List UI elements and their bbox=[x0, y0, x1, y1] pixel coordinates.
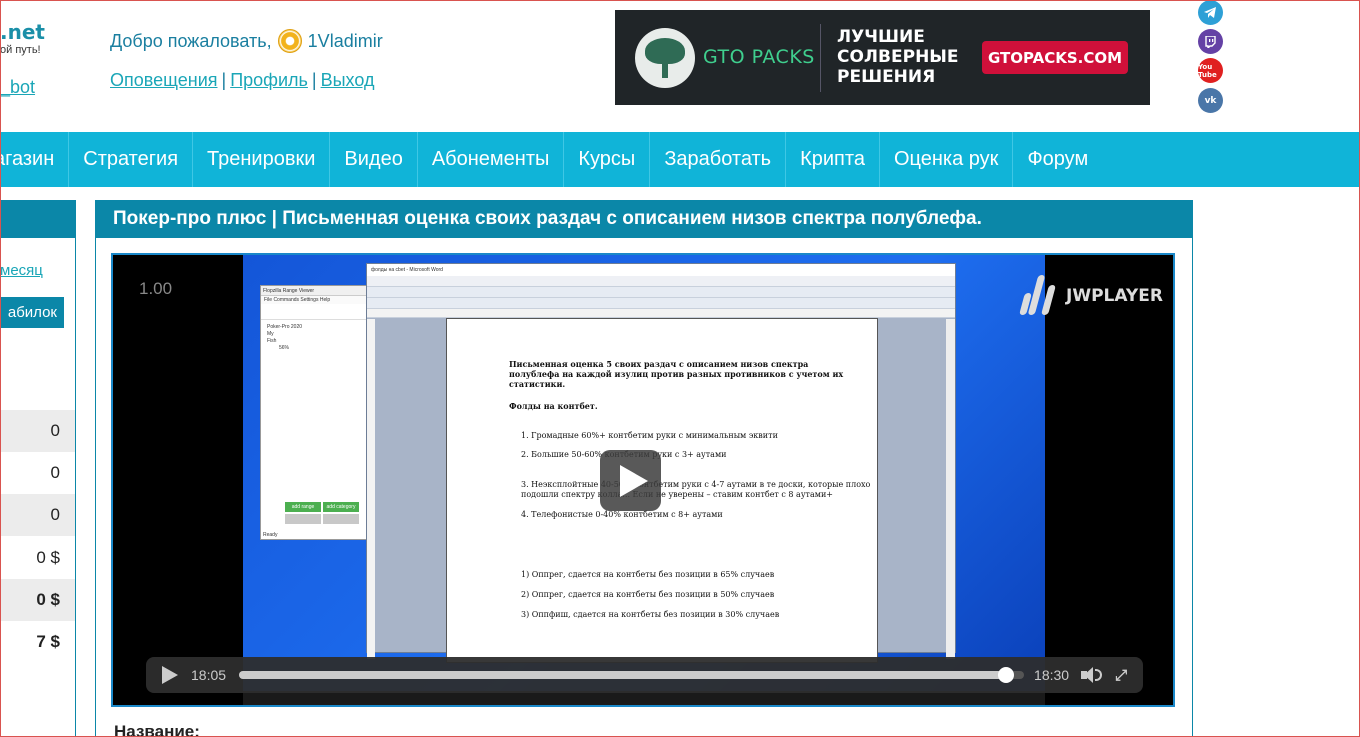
delete-button bbox=[323, 514, 359, 524]
link-separator: | bbox=[221, 70, 227, 90]
sidebar-stat-row: 0 $ bbox=[36, 548, 60, 567]
range-viewer-window: Flopzilla Range Viewer File Commands Set… bbox=[260, 285, 368, 540]
player-controls: 18:05 18:30 ⤢ bbox=[146, 657, 1143, 693]
range-tree-item: 56% bbox=[279, 345, 290, 351]
user-avatar[interactable] bbox=[277, 29, 302, 53]
banner-cta-button[interactable]: GTOPACKS.COM bbox=[982, 41, 1128, 74]
range-tree-item: Poker-Pro 2020 bbox=[267, 324, 303, 330]
nav-item-forum[interactable]: Форум bbox=[1013, 132, 1102, 187]
video-player[interactable]: 1.00 Flopzilla Range Viewer File Command… bbox=[111, 253, 1175, 707]
nav-item-shop[interactable]: агазин bbox=[0, 132, 70, 187]
nav-item-courses[interactable]: Курсы bbox=[564, 132, 651, 187]
vk-icon[interactable]: vk bbox=[1198, 88, 1223, 113]
sidebar-stat-row: 7 $ bbox=[36, 632, 60, 651]
name-label: Название: bbox=[114, 722, 200, 737]
range-tree: Poker-Pro 2020 My Fish 56% bbox=[261, 320, 367, 356]
nav-item-video[interactable]: Видео bbox=[330, 132, 418, 187]
playback-speed[interactable]: 1.00 bbox=[139, 279, 172, 299]
ad-banner[interactable]: GTO PACKS ЛУЧШИЕ СОЛВЕРНЫЕ РЕШЕНИЯ GTOPA… bbox=[615, 10, 1150, 105]
logout-link[interactable]: Выход bbox=[321, 70, 375, 90]
sidebar-stat-row: 0 bbox=[50, 463, 60, 482]
nav-item-strategy[interactable]: Стратегия bbox=[69, 132, 194, 187]
duration: 18:30 bbox=[1034, 667, 1070, 683]
range-viewer-toolbar bbox=[261, 304, 367, 320]
volume-icon[interactable] bbox=[1081, 666, 1103, 684]
nav-item-subscriptions[interactable]: Абонементы bbox=[418, 132, 565, 187]
add-category-button: add category bbox=[323, 502, 359, 512]
sidebar-stat-row: 0 $ bbox=[0, 579, 75, 621]
youtube-icon[interactable]: You Tube bbox=[1198, 58, 1223, 83]
sidebar-stat-row: 0 bbox=[0, 494, 75, 536]
word-toolbar bbox=[367, 287, 955, 298]
seek-handle[interactable] bbox=[997, 667, 1014, 683]
fullscreen-icon[interactable]: ⤢ bbox=[1115, 666, 1127, 684]
play-icon[interactable] bbox=[162, 666, 178, 684]
link-separator: | bbox=[311, 70, 317, 90]
word-title: фолды на cbet - Microsoft Word bbox=[367, 264, 955, 276]
rename-button bbox=[285, 514, 321, 524]
range-viewer-status: Ready bbox=[263, 532, 278, 538]
sidebar-stat-row: 0 bbox=[0, 410, 75, 452]
word-ruler bbox=[367, 309, 955, 318]
notifications-link[interactable]: Оповещения bbox=[110, 70, 218, 90]
document-list-item: 4. Телефонистые 0-40% контбетим с 8+ аут… bbox=[521, 510, 723, 519]
month-link[interactable]: месяц bbox=[0, 262, 43, 279]
word-vertical-ruler bbox=[367, 319, 375, 659]
banner-slogan: ЛУЧШИЕ СОЛВЕРНЫЕ РЕШЕНИЯ bbox=[837, 27, 959, 87]
page-title: Покер-про плюс | Письменная оценка своих… bbox=[95, 200, 1193, 238]
username[interactable]: 1Vladimir bbox=[308, 31, 383, 52]
site-tagline: ой путь! bbox=[0, 44, 41, 56]
banner-brand: GTO PACKS bbox=[703, 46, 815, 68]
word-scrollbar bbox=[946, 319, 955, 659]
word-format-toolbar bbox=[367, 298, 955, 309]
sidebar-header bbox=[0, 200, 76, 238]
tree-logo-icon bbox=[635, 28, 695, 88]
document-list-item: 2) Оппрег, сдается на контбеты без позиц… bbox=[521, 590, 775, 599]
sidebar-button[interactable]: абилок bbox=[0, 297, 64, 328]
bot-link[interactable]: _bot bbox=[0, 77, 35, 98]
main-nav: агазин Стратегия Тренировки Видео Абонем… bbox=[0, 132, 1360, 187]
jwplayer-icon bbox=[1018, 273, 1058, 319]
nav-item-crypto[interactable]: Крипта bbox=[786, 132, 880, 187]
jwplayer-brand: JWPLAYER bbox=[1066, 286, 1163, 306]
banner-divider bbox=[820, 24, 821, 92]
nav-item-earn[interactable]: Заработать bbox=[650, 132, 787, 187]
document-list-item: 1. Громадные 60%+ контбетим руки с миним… bbox=[521, 431, 778, 440]
range-tree-item: My bbox=[267, 331, 274, 337]
nav-item-training[interactable]: Тренировки bbox=[193, 132, 331, 187]
windows-taskbar bbox=[243, 691, 1045, 705]
add-range-button: add range bbox=[285, 502, 321, 512]
big-play-button[interactable] bbox=[600, 450, 661, 511]
document-list-item: 1) Оппрег, сдается на контбеты без позиц… bbox=[521, 570, 775, 579]
document-list-item: подошли спектру колла... Если не уверены… bbox=[521, 490, 833, 499]
document-list-item: 3) Оппфиш, сдается на контбеты без позиц… bbox=[521, 610, 780, 619]
site-logo[interactable]: .net bbox=[0, 20, 45, 44]
document-title: Письменная оценка 5 своих раздач с описа… bbox=[509, 359, 844, 389]
twitch-icon[interactable] bbox=[1198, 29, 1223, 54]
document-list-item: 3. Неэксплойтные 40-50% контбетим руки с… bbox=[521, 480, 871, 489]
range-viewer-menu: File Commands Settings Help bbox=[261, 296, 367, 304]
welcome-text: Добро пожаловать, bbox=[110, 30, 272, 51]
welcome-block: Добро пожаловать, 1Vladimir bbox=[110, 29, 383, 53]
seek-bar[interactable] bbox=[239, 667, 1025, 683]
document-page: Письменная оценка 5 своих раздач с описа… bbox=[446, 318, 878, 663]
range-tree-item: Fish bbox=[267, 338, 277, 344]
telegram-icon[interactable] bbox=[1198, 0, 1223, 25]
jwplayer-logo: JWPLAYER bbox=[1018, 273, 1163, 319]
range-viewer-title: Flopzilla Range Viewer bbox=[261, 286, 367, 296]
nav-item-hand-review[interactable]: Оценка рук bbox=[880, 132, 1014, 187]
document-heading: Фолды на контбет. bbox=[509, 401, 598, 411]
word-menu bbox=[367, 276, 955, 287]
current-time: 18:05 bbox=[191, 667, 227, 683]
user-links: Оповещения | Профиль | Выход bbox=[110, 70, 374, 91]
seek-progress bbox=[239, 671, 1006, 679]
profile-link[interactable]: Профиль bbox=[230, 70, 308, 90]
